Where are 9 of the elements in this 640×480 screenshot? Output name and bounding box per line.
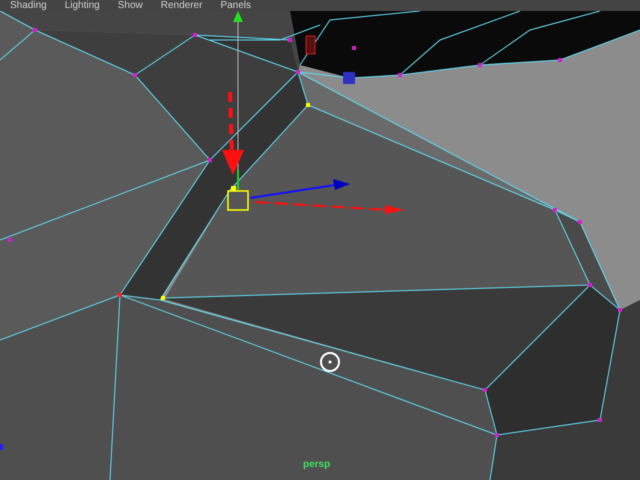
rotate-icon[interactable]	[320, 352, 340, 372]
menu-item[interactable]: Renderer	[160, 0, 202, 10]
menu-item[interactable]: Lighting	[64, 0, 100, 10]
camera-label: persp	[303, 458, 330, 472]
menu-item[interactable]: Show	[118, 0, 143, 10]
axis-icon	[0, 444, 3, 450]
move-manipulator-icon[interactable]	[222, 11, 404, 214]
menu-item[interactable]: Shading	[10, 0, 47, 10]
menu-item[interactable]: Panels	[220, 0, 252, 10]
